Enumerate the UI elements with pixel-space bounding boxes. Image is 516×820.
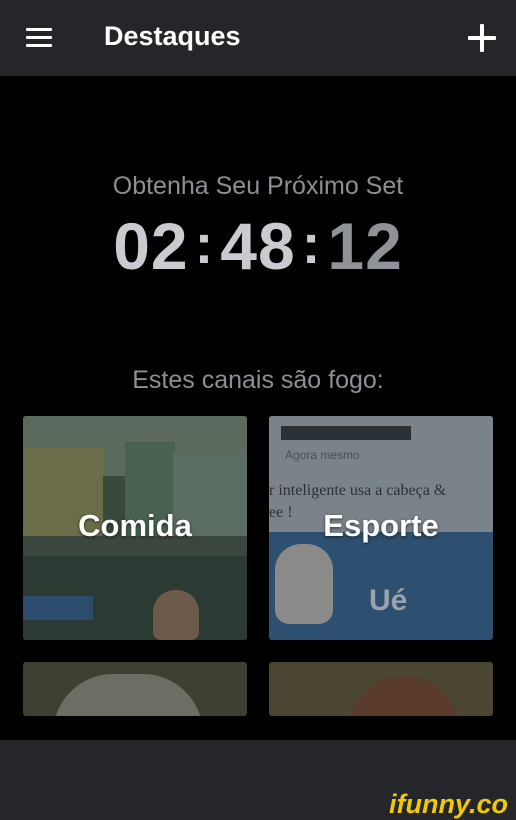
countdown-timer: 02:48:12 — [0, 208, 516, 284]
channel-card-food[interactable]: Comida — [23, 416, 247, 640]
timer-separator: : — [194, 212, 215, 275]
channels-heading: Estes canais são fogo: — [132, 366, 384, 394]
add-plus-icon[interactable] — [462, 18, 502, 58]
card-image-text: r inteligente usa a cabeça & — [269, 482, 447, 499]
card-image-text: Ué — [369, 584, 408, 617]
channel-card-label: Comida — [78, 508, 192, 543]
channel-card-partial[interactable] — [23, 662, 247, 716]
timer-seconds: 12 — [327, 209, 403, 283]
card-image-sign — [23, 596, 93, 620]
card-image-face — [153, 590, 199, 640]
bottom-bar: ifunny.co — [0, 740, 516, 820]
countdown-subtitle: Obtenha Seu Próximo Set — [112, 172, 404, 200]
card-image-meme-face — [275, 544, 333, 624]
channel-card-label: Esporte — [323, 508, 439, 543]
card-image — [349, 676, 459, 716]
page-title: Destaques — [104, 21, 241, 51]
timer-minutes: 48 — [220, 209, 296, 283]
timer-hours: 02 — [113, 209, 189, 283]
channel-card-partial[interactable] — [269, 662, 493, 716]
top-app-bar: Destaques — [0, 0, 516, 76]
main-content: Obtenha Seu Próximo Set 02:48:12 Estes c… — [0, 76, 516, 740]
card-image — [53, 674, 203, 716]
hamburger-menu-icon[interactable] — [24, 22, 56, 54]
timer-separator: : — [301, 212, 322, 275]
watermark: ifunny.co — [389, 789, 508, 819]
card-image-blurred-name — [281, 426, 411, 440]
card-image-text: Agora mesmo — [285, 448, 360, 462]
channel-card-sport[interactable]: Agora mesmo r inteligente usa a cabeça &… — [269, 416, 493, 640]
